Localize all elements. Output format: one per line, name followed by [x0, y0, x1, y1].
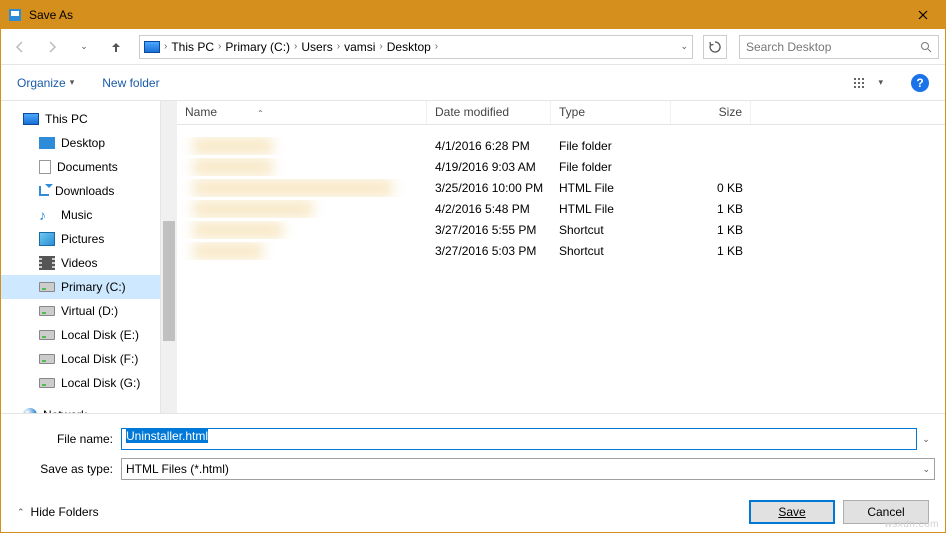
tree-videos[interactable]: Videos — [1, 251, 160, 275]
col-date[interactable]: Date modified — [427, 101, 551, 124]
filename-label: File name: — [11, 432, 121, 446]
tree-this-pc[interactable]: This PC — [1, 107, 160, 131]
window-title: Save As — [29, 8, 901, 22]
file-row[interactable]: 3/27/2016 5:55 PMShortcut1 KB — [177, 219, 945, 240]
recent-dropdown[interactable]: ⌄ — [71, 34, 97, 60]
saveastype-select[interactable]: HTML Files (*.html)⌄ — [121, 458, 935, 480]
tree-music[interactable]: ♪Music — [1, 203, 160, 227]
hide-folders-button[interactable]: ⌃ Hide Folders — [17, 505, 99, 519]
tree-network[interactable]: Network — [1, 403, 160, 413]
pc-icon — [144, 41, 160, 53]
close-button[interactable] — [901, 1, 945, 29]
navigation-tree: This PC Desktop Documents Downloads ♪Mus… — [1, 101, 161, 413]
address-dropdown[interactable]: ⌄ — [680, 41, 688, 52]
watermark: wsxdn.com — [884, 519, 939, 530]
breadcrumb[interactable]: vamsi — [342, 36, 377, 58]
tree-documents[interactable]: Documents — [1, 155, 160, 179]
tree-local-disk-g[interactable]: Local Disk (G:) — [1, 371, 160, 395]
tree-local-disk-e[interactable]: Local Disk (E:) — [1, 323, 160, 347]
view-options-button[interactable]: ▾ — [844, 73, 883, 93]
search-icon — [920, 41, 932, 53]
tree-primary-c[interactable]: Primary (C:) — [1, 275, 160, 299]
tree-virtual-d[interactable]: Virtual (D:) — [1, 299, 160, 323]
file-row[interactable]: 4/1/2016 6:28 PMFile folder — [177, 135, 945, 156]
address-bar[interactable]: › This PC› Primary (C:)› Users› vamsi› D… — [139, 35, 693, 59]
search-placeholder: Search Desktop — [746, 40, 920, 54]
app-icon — [7, 7, 23, 23]
title-bar: Save As — [1, 1, 945, 29]
file-row[interactable]: 3/25/2016 10:00 PMHTML File0 KB — [177, 177, 945, 198]
column-headers: Name⌃ Date modified Type Size — [177, 101, 945, 125]
refresh-button[interactable] — [703, 35, 727, 59]
tree-pictures[interactable]: Pictures — [1, 227, 160, 251]
tree-downloads[interactable]: Downloads — [1, 179, 160, 203]
nav-bar: ⌄ › This PC› Primary (C:)› Users› vamsi›… — [1, 29, 945, 65]
saveastype-label: Save as type: — [11, 462, 121, 476]
new-folder-button[interactable]: New folder — [102, 76, 159, 90]
save-button[interactable]: Save — [749, 500, 835, 524]
col-name[interactable]: Name⌃ — [177, 101, 427, 124]
file-row[interactable]: 3/27/2016 5:03 PMShortcut1 KB — [177, 240, 945, 261]
file-list: Name⌃ Date modified Type Size 4/1/2016 6… — [177, 101, 945, 413]
breadcrumb[interactable]: This PC — [169, 36, 216, 58]
tree-local-disk-f[interactable]: Local Disk (F:) — [1, 347, 160, 371]
col-size[interactable]: Size — [671, 101, 751, 124]
bottom-panel: File name: Uninstaller.html ⌄ Save as ty… — [1, 413, 945, 534]
back-button[interactable] — [7, 34, 33, 60]
organize-button[interactable]: Organize ▾ — [17, 76, 74, 90]
breadcrumb[interactable]: Users — [299, 36, 334, 58]
toolbar: Organize ▾ New folder ▾ ? — [1, 65, 945, 101]
tree-scrollbar[interactable] — [161, 101, 177, 413]
col-type[interactable]: Type — [551, 101, 671, 124]
forward-button[interactable] — [39, 34, 65, 60]
file-row[interactable]: 4/2/2016 5:48 PMHTML File1 KB — [177, 198, 945, 219]
breadcrumb[interactable]: Primary (C:) — [223, 36, 292, 58]
filename-input[interactable]: Uninstaller.html — [121, 428, 917, 450]
chevron-right-icon: › — [162, 41, 169, 52]
filename-dropdown[interactable]: ⌄ — [917, 434, 935, 445]
help-icon[interactable]: ? — [911, 74, 929, 92]
breadcrumb[interactable]: Desktop — [385, 36, 433, 58]
chevron-up-icon: ⌃ — [17, 507, 25, 518]
file-row[interactable]: 4/19/2016 9:03 AMFile folder — [177, 156, 945, 177]
tree-desktop[interactable]: Desktop — [1, 131, 160, 155]
up-button[interactable] — [103, 34, 129, 60]
search-input[interactable]: Search Desktop — [739, 35, 939, 59]
